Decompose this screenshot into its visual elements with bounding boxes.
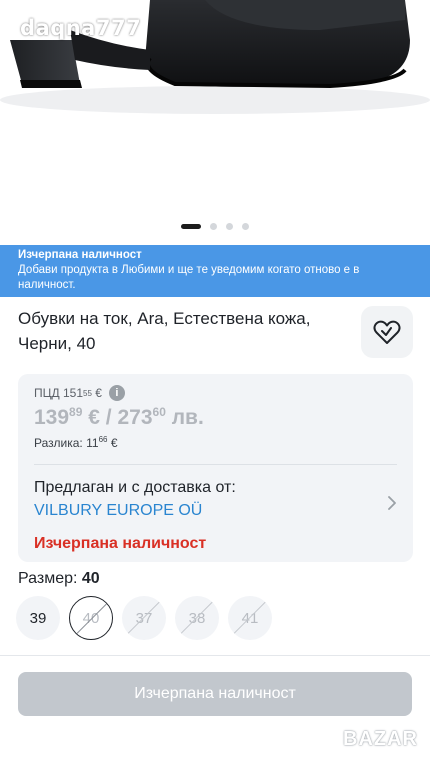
card-divider [34, 464, 397, 465]
pcd-label: ПЦД [34, 386, 60, 400]
diff-label: Разлика: [34, 436, 83, 450]
size-selector[interactable]: 39 40 37 38 41 [16, 596, 272, 640]
heart-icon [373, 320, 401, 344]
unavailable-strike [231, 598, 269, 637]
gallery-pagination[interactable] [0, 223, 430, 230]
out-of-stock-banner: Изчерпана наличност Добави продукта в Лю… [0, 245, 430, 297]
price-eur-currency: € [88, 406, 100, 429]
size-option[interactable]: 39 [16, 596, 60, 640]
banner-title: Изчерпана наличност [18, 249, 142, 261]
seller-link[interactable]: VILBURY EUROPE OÜ [34, 499, 397, 523]
size-option-label: 39 [29, 609, 47, 627]
size-option-unavailable[interactable]: 37 [122, 596, 166, 640]
gallery-dot-3[interactable] [226, 223, 233, 230]
product-title: Обувки на ток, Ara, Естествена кожа, Чер… [18, 309, 311, 353]
bottom-separator [0, 655, 430, 656]
diff-dec: 66 [98, 435, 108, 444]
diff-currency: € [110, 436, 118, 450]
seller-label: Предлаган и с доставка от: [34, 479, 236, 496]
info-icon[interactable]: i [108, 385, 125, 401]
size-option-unavailable[interactable]: 41 [228, 596, 272, 640]
size-label: Размер: 40 [18, 570, 100, 588]
unavailable-strike [73, 599, 111, 638]
pcd-currency: € [95, 386, 102, 400]
chevron-right-icon[interactable] [387, 495, 397, 511]
size-option-selected[interactable]: 40 [69, 596, 113, 640]
size-label-text: Размер: [18, 570, 78, 587]
favorite-button[interactable] [361, 306, 413, 358]
current-price: 13989 € / 27360 лв. [34, 405, 397, 432]
price-card: ПЦД 151 55 € i 13989 € / 27360 лв. Разлик… [18, 374, 413, 562]
banner-text: Добави продукта в Любими и ще те уведоми… [18, 264, 360, 291]
recommended-price: ПЦД 151 55 € i [34, 384, 397, 402]
price-bgn-dec: 60 [152, 405, 166, 419]
gallery-dot-2[interactable] [210, 223, 217, 230]
price-eur-dec: 89 [69, 405, 83, 419]
size-option-unavailable[interactable]: 38 [175, 596, 219, 640]
diff-int: 11 [86, 436, 99, 450]
stock-status: Изчерпана наличност [34, 535, 207, 552]
out-of-stock-button[interactable]: Изчерпана наличност [18, 672, 412, 716]
product-header: Обувки на ток, Ara, Естествена кожа, Чер… [18, 306, 413, 358]
gallery-dot-4[interactable] [242, 223, 249, 230]
seller-row[interactable]: Предлаган и с доставка от: VILBURY EUROP… [34, 477, 397, 523]
bazar-logo-watermark: BAZAR [343, 728, 418, 750]
pcd-int: 151 [62, 386, 84, 400]
price-separator: / [105, 406, 112, 429]
price-eur-int: 139 [34, 406, 70, 429]
product-image-gallery[interactable]: daqna777 [0, 0, 430, 245]
unavailable-strike [125, 598, 163, 637]
gallery-dot-1[interactable] [181, 224, 201, 229]
unavailable-strike [178, 598, 216, 637]
price-difference: Разлика: 1166 € [34, 435, 397, 450]
pcd-dec: 55 [83, 388, 92, 398]
size-selected-value: 40 [81, 570, 100, 587]
price-bgn-int: 273 [117, 406, 153, 429]
price-bgn-currency: лв. [171, 406, 204, 429]
user-watermark: daqna777 [20, 16, 142, 40]
